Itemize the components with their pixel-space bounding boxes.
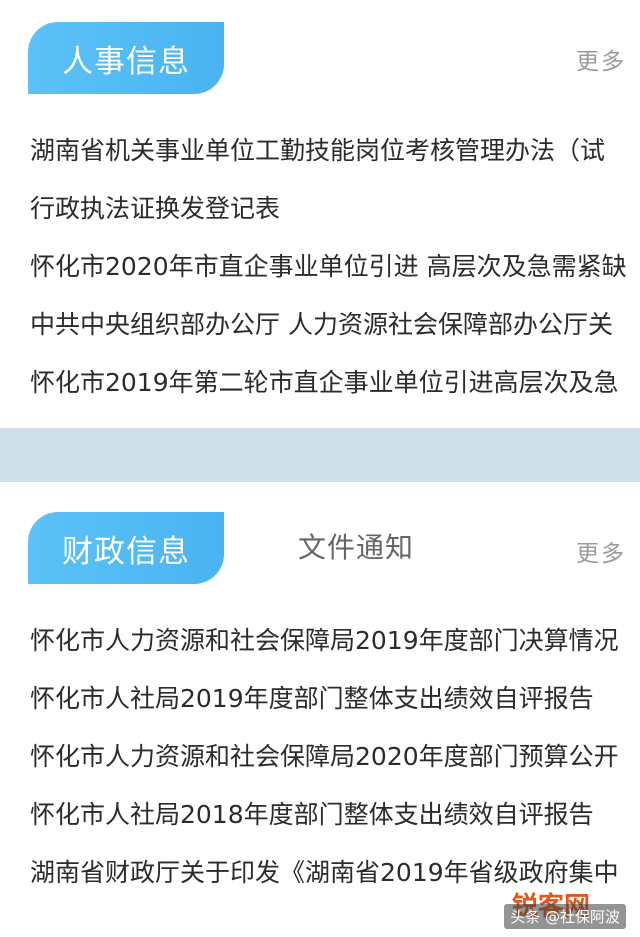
finance-news-list: 怀化市人力资源和社会保障局2019年度部门决算情况 怀化市人社局2019年度部门…: [30, 618, 640, 908]
news-list-item[interactable]: 怀化市2020年市直企事业单位引进 高层次及急需紧缺: [30, 244, 640, 302]
news-list-item[interactable]: 怀化市人力资源和社会保障局2019年度部门决算情况: [30, 618, 640, 676]
watermark-text: 头条 @社保阿波: [504, 904, 626, 929]
news-list-item[interactable]: 怀化市人社局2018年度部门整体支出绩效自评报告: [30, 792, 640, 850]
finance-more-link[interactable]: 更多: [576, 534, 626, 568]
news-list-item[interactable]: 中共中央组织部办公厅 人力资源社会保障部办公厅关: [30, 302, 640, 360]
news-list-item[interactable]: 行政执法证换发登记表: [30, 186, 640, 244]
news-list-item[interactable]: 湖南省机关事业单位工勤技能岗位考核管理办法（试: [30, 128, 640, 186]
section-divider: [0, 428, 640, 482]
tab-file-notice[interactable]: 文件通知: [298, 526, 414, 566]
tab-finance-info[interactable]: 财政信息: [28, 512, 224, 584]
news-list-item[interactable]: 怀化市人力资源和社会保障局2020年度部门预算公开: [30, 734, 640, 792]
watermark: 头条 @社保阿波: [504, 904, 626, 929]
finance-info-section: 财政信息 文件通知 更多 怀化市人力资源和社会保障局2019年度部门决算情况 怀…: [0, 482, 640, 937]
hr-info-section: 人事信息 更多 湖南省机关事业单位工勤技能岗位考核管理办法（试 行政执法证换发登…: [0, 0, 640, 428]
hr-more-link[interactable]: 更多: [576, 42, 626, 76]
news-list-item[interactable]: 怀化市人社局2019年度部门整体支出绩效自评报告: [30, 676, 640, 734]
news-list-item[interactable]: 怀化市2019年第二轮市直企事业单位引进高层次及急: [30, 360, 640, 418]
tab-hr-info[interactable]: 人事信息: [28, 22, 224, 94]
hr-news-list: 湖南省机关事业单位工勤技能岗位考核管理办法（试 行政执法证换发登记表 怀化市20…: [30, 128, 640, 418]
